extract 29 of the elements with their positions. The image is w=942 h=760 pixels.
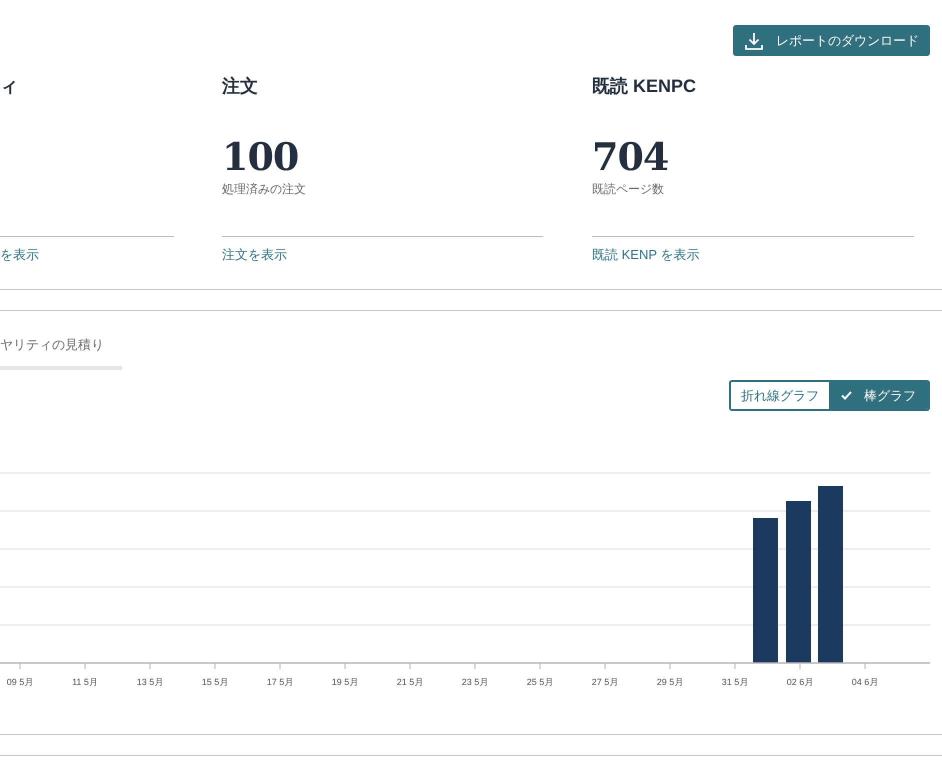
x-tick-label: 21 5月 xyxy=(396,677,424,687)
view-link[interactable]: 既読 KENP を表示 xyxy=(592,247,700,262)
checkmark-icon xyxy=(841,391,852,400)
chart-type-toggle[interactable]: 棒グラフ xyxy=(829,382,928,409)
x-tick-label: 27 5月 xyxy=(592,677,618,687)
view-link[interactable]: 注文を表示 xyxy=(222,247,287,262)
metric-caption: 既読ページ数 xyxy=(592,182,664,196)
metric-caption: 処理済みの注文 xyxy=(222,182,306,196)
x-tick-label: 02 6月 xyxy=(786,677,814,687)
download-report-button[interactable]: レポートのダウンロード xyxy=(733,25,930,56)
x-tick-label: 17 5月 xyxy=(266,677,294,687)
card-title: 既読 KENPC xyxy=(592,76,696,96)
x-tick-label: 25 5月 xyxy=(526,677,554,687)
x-tick-label: 29 5月 xyxy=(656,677,684,687)
metric-value: 100 xyxy=(222,134,298,179)
card-title: 注文 xyxy=(222,76,258,96)
download-icon xyxy=(744,30,764,50)
x-tick-label: 13 5月 xyxy=(136,677,164,687)
card-title: ィ xyxy=(0,76,18,96)
x-tick-label: 15 5月 xyxy=(202,677,228,687)
x-tick-label: 31 5月 xyxy=(722,677,748,687)
metric-value: 704 xyxy=(592,134,668,179)
x-tick-label: 19 5月 xyxy=(332,677,358,687)
x-tick-label: 09 5月 xyxy=(6,677,34,687)
x-tick-label: 04 6月 xyxy=(852,677,878,687)
view-link[interactable]: を表示 xyxy=(0,247,39,262)
tab[interactable]: ヤリティの見積り xyxy=(0,337,122,370)
x-tick-label: 11 5月 xyxy=(72,677,98,687)
x-tick-label: 23 5月 xyxy=(462,677,488,687)
